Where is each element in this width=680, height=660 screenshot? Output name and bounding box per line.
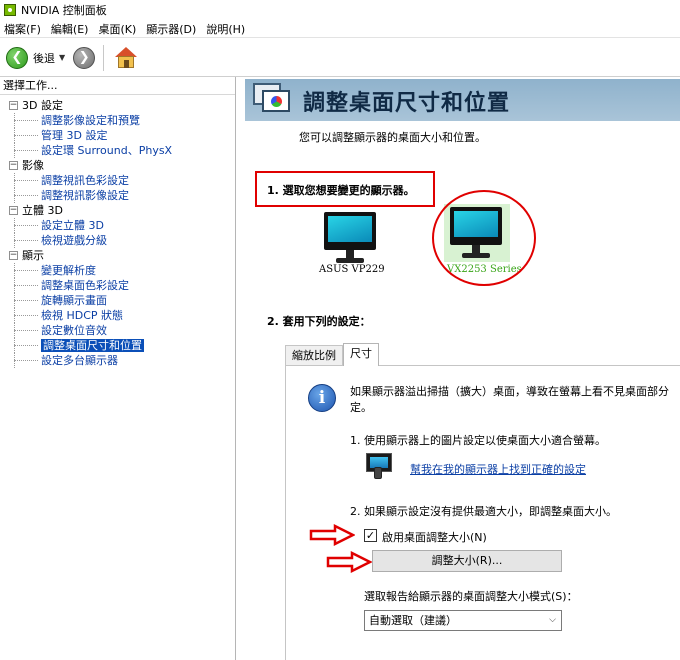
step1-highlight-box: 1. 選取您想要變更的顯示器。 bbox=[255, 171, 435, 207]
tree-category-label: 顯示 bbox=[22, 249, 44, 262]
step2-heading: 2. 套用下列的設定： bbox=[267, 315, 371, 328]
tree-item[interactable]: 調整視訊影像設定 bbox=[0, 188, 235, 203]
task-tree: − 3D 設定 調整影像設定和預覽 管理 3D 設定 設定環 Surround、… bbox=[0, 95, 235, 368]
tree-item-selected[interactable]: 調整桌面尺寸和位置 bbox=[0, 338, 235, 353]
tab-scaling[interactable]: 縮放比例 bbox=[285, 345, 343, 367]
info-text: 如果顯示器溢出掃描（擴大）桌面，導致在螢幕上看不見桌面部分定。 bbox=[350, 385, 669, 414]
collapse-icon[interactable]: − bbox=[9, 251, 18, 260]
toolbar-separator bbox=[103, 44, 105, 71]
tree-item[interactable]: 設定多台顯示器 bbox=[0, 353, 235, 368]
tree-item-label[interactable]: 變更解析度 bbox=[41, 264, 96, 277]
tree-item[interactable]: 管理 3D 設定 bbox=[0, 128, 235, 143]
instruction-1: 1. 使用顯示器上的圖片設定以使桌面大小適合螢幕。 bbox=[350, 434, 606, 447]
title-bar: NVIDIA 控制面板 bbox=[0, 0, 680, 20]
tree-item[interactable]: 設定數位音效 bbox=[0, 323, 235, 338]
tree-item[interactable]: 調整影像設定和預覽 bbox=[0, 113, 235, 128]
tree-item-label[interactable]: 調整桌面色彩設定 bbox=[41, 279, 129, 292]
tree-item[interactable]: 檢視遊戲分級 bbox=[0, 233, 235, 248]
tree-item[interactable]: 調整視訊色彩設定 bbox=[0, 173, 235, 188]
resize-mode-select[interactable]: 自動選取（建議） ⌵ bbox=[364, 610, 562, 631]
tree-item-label[interactable]: 設定數位音效 bbox=[41, 324, 107, 337]
page-banner: 調整桌面尺寸和位置 bbox=[245, 79, 680, 121]
tree-category-video[interactable]: − 影像 bbox=[0, 158, 235, 173]
tv-remote-icon bbox=[364, 453, 394, 479]
tree-item-label[interactable]: 設定立體 3D bbox=[41, 219, 104, 232]
annotation-arrow-icon bbox=[326, 551, 372, 573]
nvidia-logo-icon bbox=[4, 4, 16, 16]
window-title: NVIDIA 控制面板 bbox=[21, 4, 107, 17]
page-intro: 您可以調整顯示器的桌面大小和位置。 bbox=[299, 131, 486, 144]
tree-item-label[interactable]: 旋轉顯示畫面 bbox=[41, 294, 107, 307]
instruction-2: 2. 如果顯示設定沒有提供最適大小，即調整桌面大小。 bbox=[350, 505, 617, 518]
annotation-circle bbox=[432, 190, 536, 286]
tree-category-display[interactable]: − 顯示 bbox=[0, 248, 235, 263]
resize-mode-value: 自動選取（建議） bbox=[369, 614, 457, 627]
tree-category-label: 影像 bbox=[22, 159, 44, 172]
tree-category-stereo-3d[interactable]: − 立體 3D bbox=[0, 203, 235, 218]
step1-heading: 1. 選取您想要變更的顯示器。 bbox=[267, 184, 415, 197]
home-icon[interactable] bbox=[114, 46, 138, 70]
tree-item-label[interactable]: 管理 3D 設定 bbox=[41, 129, 107, 142]
tree-item-label[interactable]: 檢視遊戲分級 bbox=[41, 234, 107, 247]
collapse-icon[interactable]: − bbox=[9, 206, 18, 215]
content-pane: 調整桌面尺寸和位置 您可以調整顯示器的桌面大小和位置。 1. 選取您想要變更的顯… bbox=[237, 77, 680, 660]
tree-item-label[interactable]: 調整桌面尺寸和位置 bbox=[41, 339, 144, 352]
settings-tabs: 縮放比例 尺寸 bbox=[285, 343, 379, 367]
resize-mode-label: 選取報告給顯示器的桌面調整大小模式(S)： bbox=[364, 590, 578, 603]
annotation-arrow-icon bbox=[309, 524, 355, 546]
menu-help[interactable]: 說明(H) bbox=[206, 21, 251, 37]
tree-category-label: 立體 3D bbox=[22, 204, 63, 217]
chevron-down-icon[interactable]: ⌵ bbox=[549, 611, 556, 630]
tree-category-label: 3D 設定 bbox=[22, 99, 63, 112]
tree-item[interactable]: 設定立體 3D bbox=[0, 218, 235, 233]
tab-size[interactable]: 尺寸 bbox=[343, 343, 379, 366]
resize-button[interactable]: 調整大小(R)... bbox=[372, 550, 562, 572]
tree-item-label[interactable]: 檢視 HDCP 狀態 bbox=[41, 309, 123, 322]
info-icon: i bbox=[308, 384, 336, 412]
tree-item[interactable]: 設定環 Surround、PhysX bbox=[0, 143, 235, 158]
tree-item[interactable]: 旋轉顯示畫面 bbox=[0, 293, 235, 308]
menu-display[interactable]: 顯示器(D) bbox=[146, 21, 202, 37]
collapse-icon[interactable]: − bbox=[9, 161, 18, 170]
tree-item[interactable]: 變更解析度 bbox=[0, 263, 235, 278]
back-arrow-icon[interactable]: ❮ bbox=[6, 46, 28, 69]
task-tree-header: 選擇工作... bbox=[0, 77, 235, 95]
desktop-size-icon bbox=[253, 83, 291, 117]
tree-category-3d-settings[interactable]: − 3D 設定 bbox=[0, 98, 235, 113]
tree-item[interactable]: 檢視 HDCP 狀態 bbox=[0, 308, 235, 323]
menu-bar: 檔案(F) 編輯(E) 桌面(K) 顯示器(D) 說明(H) bbox=[0, 20, 680, 38]
menu-desktop[interactable]: 桌面(K) bbox=[98, 21, 142, 37]
tree-item-label[interactable]: 設定環 Surround、PhysX bbox=[41, 144, 172, 157]
size-tab-panel: i 如果顯示器溢出掃描（擴大）桌面，導致在螢幕上看不見桌面部分定。 1. 使用顯… bbox=[285, 365, 680, 660]
menu-file[interactable]: 檔案(F) bbox=[4, 21, 47, 37]
help-link[interactable]: 幫我在我的顯示器上找到正確的設定 bbox=[410, 461, 586, 477]
collapse-icon[interactable]: − bbox=[9, 101, 18, 110]
enable-resize-checkbox[interactable]: ✓ bbox=[364, 529, 377, 542]
back-dropdown-icon[interactable]: ▼ bbox=[59, 53, 65, 62]
tree-item-label[interactable]: 設定多台顯示器 bbox=[41, 354, 118, 367]
task-tree-pane: 選擇工作... − 3D 設定 調整影像設定和預覽 管理 3D 設定 設定環 S… bbox=[0, 77, 236, 660]
forward-arrow-icon[interactable]: ❯ bbox=[73, 46, 96, 69]
tree-item-label[interactable]: 調整視訊色彩設定 bbox=[41, 174, 129, 187]
monitor-label-asus[interactable]: ASUS VP229 bbox=[319, 264, 385, 275]
monitor-icon[interactable] bbox=[320, 212, 380, 266]
enable-resize-label[interactable]: 啟用桌面調整大小(N) bbox=[382, 529, 487, 545]
page-title: 調整桌面尺寸和位置 bbox=[303, 90, 511, 116]
back-button-label[interactable]: 後退 bbox=[33, 50, 55, 66]
menu-edit[interactable]: 編輯(E) bbox=[51, 21, 95, 37]
toolbar: ❮ 後退 ▼ ❯ bbox=[0, 39, 680, 77]
tree-item-label[interactable]: 調整影像設定和預覽 bbox=[41, 114, 140, 127]
tree-item[interactable]: 調整桌面色彩設定 bbox=[0, 278, 235, 293]
tree-item-label[interactable]: 調整視訊影像設定 bbox=[41, 189, 129, 202]
